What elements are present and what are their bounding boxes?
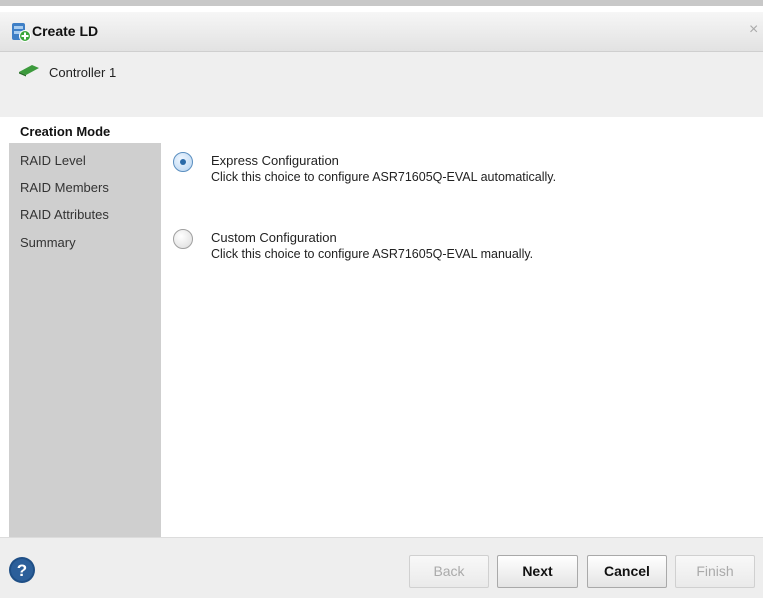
- step-raid-members[interactable]: RAID Members: [20, 180, 109, 195]
- express-config-radio[interactable]: [173, 152, 193, 172]
- express-config-description: Click this choice to configure ASR71605Q…: [211, 170, 557, 184]
- help-question-icon[interactable]: ?: [8, 556, 36, 584]
- controller-label: Controller 1: [49, 65, 117, 80]
- express-config-title[interactable]: Express Configuration: [211, 153, 339, 168]
- svg-text:?: ?: [17, 561, 27, 580]
- creation-mode-panel: Express Configuration Click this choice …: [161, 117, 763, 537]
- step-summary[interactable]: Summary: [20, 235, 76, 250]
- create-ld-icon: [12, 23, 31, 42]
- wizard-steps-sidebar: Creation Mode RAID Level RAID Members RA…: [9, 119, 161, 537]
- next-button[interactable]: Next: [497, 555, 578, 588]
- custom-config-radio[interactable]: [173, 229, 193, 249]
- dialog-title: Create LD: [32, 23, 99, 39]
- step-raid-attributes[interactable]: RAID Attributes: [20, 207, 109, 222]
- cancel-button[interactable]: Cancel: [587, 555, 667, 588]
- title-bar[interactable]: Create LD ×: [0, 12, 763, 52]
- custom-config-description: Click this choice to configure ASR71605Q…: [211, 247, 534, 261]
- radio-selected-dot: [180, 159, 186, 165]
- custom-config-title[interactable]: Custom Configuration: [211, 230, 337, 245]
- dialog-footer: ? Back Next Cancel Finish: [0, 537, 763, 598]
- back-button[interactable]: Back: [409, 555, 489, 588]
- create-ld-dialog: Create LD × Controller 1 Creation Mode R…: [0, 0, 763, 598]
- step-creation-mode[interactable]: Creation Mode: [9, 119, 161, 143]
- controller-header: Controller 1: [0, 52, 763, 117]
- close-icon[interactable]: ×: [749, 22, 761, 38]
- controller-card-icon: [19, 65, 39, 77]
- step-raid-level[interactable]: RAID Level: [20, 153, 86, 168]
- finish-button[interactable]: Finish: [675, 555, 755, 588]
